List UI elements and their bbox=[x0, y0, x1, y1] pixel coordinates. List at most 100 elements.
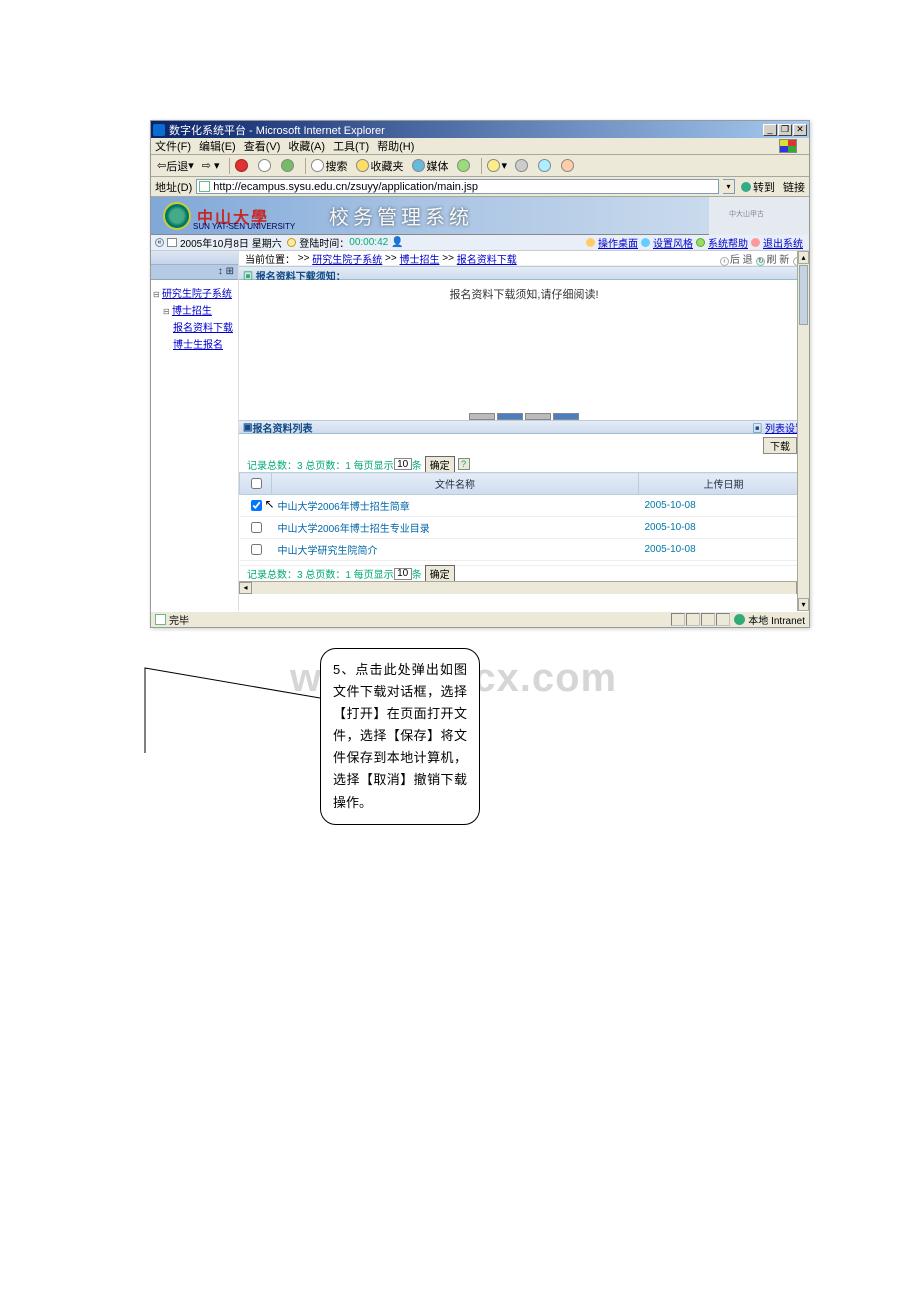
banner: 中山大學 SUN YAT-SEN UNIVERSITY 校务管理系统 bbox=[151, 197, 809, 235]
horizontal-scrollbar[interactable]: ◂ ▸ bbox=[239, 581, 809, 594]
security-zone: 本地 Intranet bbox=[734, 612, 805, 627]
home-button[interactable] bbox=[279, 158, 298, 173]
address-label: 地址(D) bbox=[155, 179, 192, 195]
vscroll-up[interactable]: ▴ bbox=[798, 251, 809, 264]
forward-button[interactable]: ⇨ ▾ bbox=[200, 158, 222, 173]
menu-help[interactable]: 帮助(H) bbox=[377, 138, 414, 154]
style-link[interactable]: 设置风格 bbox=[653, 235, 693, 250]
nav-tree: 研究生院子系统 博士招生 报名资料下载 博士生报名 bbox=[151, 280, 238, 356]
stop-button[interactable] bbox=[233, 158, 252, 173]
tree-signup[interactable]: 博士生报名 bbox=[173, 340, 223, 351]
file-link[interactable]: 中山大学研究生院简介 bbox=[278, 546, 378, 557]
zone-icon bbox=[734, 614, 745, 625]
clock-icon bbox=[287, 238, 296, 247]
notice-body: 报名资料下载须知,请仔细阅读! bbox=[239, 280, 809, 420]
exit-link[interactable]: 退出系统 bbox=[763, 235, 803, 250]
menu-tools[interactable]: 工具(T) bbox=[333, 138, 369, 154]
vscroll-thumb[interactable] bbox=[799, 265, 808, 325]
date-text: 2005年10月8日 星期六 bbox=[180, 235, 282, 250]
file-link[interactable]: 中山大学2006年博士招生简章 bbox=[278, 502, 410, 513]
nav-back-icon[interactable]: ‹ bbox=[720, 257, 729, 266]
page-icon bbox=[199, 181, 210, 192]
file-date: 2005-10-08 bbox=[639, 517, 809, 539]
media-button[interactable]: 媒体 bbox=[410, 157, 451, 175]
annotation-area: www.bdocx.com 5、点击此处弹出如图文件下载对话框，选择【打开】在页… bbox=[150, 628, 810, 848]
go-icon bbox=[741, 182, 751, 192]
pager-help-button[interactable]: ? bbox=[458, 458, 470, 470]
file-link[interactable]: 中山大学2006年博士招生专业目录 bbox=[278, 524, 430, 535]
hscroll-left[interactable]: ◂ bbox=[239, 582, 252, 594]
per-page-input-bottom[interactable] bbox=[394, 568, 412, 580]
tree-download[interactable]: 报名资料下载 bbox=[173, 323, 233, 334]
links-label[interactable]: 链接 bbox=[783, 179, 805, 195]
maximize-button[interactable]: ❐ bbox=[778, 124, 792, 136]
cursor-icon: ↖ bbox=[265, 497, 275, 511]
minimize-button[interactable]: _ bbox=[763, 124, 777, 136]
system-title: 校务管理系统 bbox=[329, 201, 473, 230]
menu-fav[interactable]: 收藏(A) bbox=[288, 138, 325, 154]
go-button[interactable]: 转到 bbox=[741, 179, 775, 195]
callout-box: 5、点击此处弹出如图文件下载对话框，选择【打开】在页面打开文件，选择【保存】将文… bbox=[320, 648, 480, 825]
row-checkbox[interactable] bbox=[251, 522, 262, 533]
back-button[interactable]: ⇦ 后退 ▾ bbox=[155, 157, 196, 175]
vertical-scrollbar[interactable]: ▴ ▾ bbox=[797, 251, 809, 611]
row-checkbox[interactable] bbox=[251, 500, 262, 511]
status-page-icon bbox=[155, 614, 166, 625]
banner-art bbox=[709, 197, 809, 235]
file-table: 文件名称 上传日期 ↖ 中山大学2006年博士招生简章 2005-10-08 中… bbox=[239, 472, 809, 561]
tree-root[interactable]: 研究生院子系统 bbox=[162, 289, 232, 300]
row-checkbox[interactable] bbox=[251, 544, 262, 555]
pager-ok-button[interactable]: 确定 bbox=[425, 456, 455, 473]
file-date: 2005-10-08 bbox=[639, 539, 809, 561]
edit-button[interactable] bbox=[536, 158, 555, 173]
file-date: 2005-10-08 bbox=[639, 495, 809, 517]
menu-view[interactable]: 查看(V) bbox=[244, 138, 281, 154]
select-all-checkbox[interactable] bbox=[251, 478, 262, 489]
zone-text: 本地 Intranet bbox=[748, 612, 805, 627]
calendar-icon bbox=[167, 238, 177, 247]
status-bar: 完毕 本地 Intranet bbox=[151, 611, 809, 627]
address-bar: 地址(D) http://ecampus.sysu.edu.cn/zsuyy/a… bbox=[151, 177, 809, 197]
refresh-button[interactable] bbox=[256, 158, 275, 173]
sidebar: ↕ ⊞ 研究生院子系统 博士招生 报名资料下载 博士生报名 bbox=[151, 251, 239, 611]
menu-edit[interactable]: 编辑(E) bbox=[199, 138, 236, 154]
address-dropdown[interactable]: ▾ bbox=[723, 179, 735, 194]
opdesk-link[interactable]: 操作桌面 bbox=[598, 235, 638, 250]
vscroll-down[interactable]: ▾ bbox=[798, 598, 809, 611]
browser-window: 数字化系统平台 - Microsoft Internet Explorer _ … bbox=[150, 120, 810, 628]
crumb-1[interactable]: 研究生院子系统 bbox=[312, 251, 382, 266]
print-button[interactable] bbox=[513, 158, 532, 173]
user-icon: 👤 bbox=[391, 237, 403, 248]
notice-tabs bbox=[468, 413, 580, 420]
nav-refresh-icon[interactable]: ↻ bbox=[756, 257, 765, 266]
crumb-2[interactable]: 博士招生 bbox=[400, 251, 440, 266]
pager-ok-button-bottom[interactable]: 确定 bbox=[425, 565, 455, 582]
sidebar-toggle[interactable]: ↕ ⊞ bbox=[151, 265, 238, 280]
favorites-button[interactable]: 收藏夹 bbox=[354, 157, 406, 175]
history-button[interactable] bbox=[455, 158, 474, 173]
discuss-button[interactable] bbox=[559, 158, 578, 173]
pager-bottom: 记录总数：3 总页数：1 每页显示 条 确定 bbox=[239, 565, 809, 581]
help-link[interactable]: 系统帮助 bbox=[708, 235, 748, 250]
info-bar: « 2005年10月8日 星期六 登陆时间： 00:00:42 👤 操作桌面 设… bbox=[151, 235, 809, 251]
collapse-icon[interactable]: « bbox=[155, 238, 164, 247]
address-input[interactable]: http://ecampus.sysu.edu.cn/zsuyy/applica… bbox=[196, 179, 719, 194]
col-filename: 文件名称 bbox=[272, 473, 639, 495]
crumb-3[interactable]: 报名资料下载 bbox=[457, 251, 517, 266]
content-area: ↕ ⊞ 研究生院子系统 博士招生 报名资料下载 博士生报名 当前位置： >> 研… bbox=[151, 251, 809, 611]
per-page-input[interactable] bbox=[394, 458, 412, 470]
pager-top: 记录总数：3 总页数：1 每页显示 条 确定 ? bbox=[239, 456, 809, 472]
desk-icon bbox=[586, 238, 595, 247]
close-button[interactable]: ✕ bbox=[793, 124, 807, 136]
menu-bar: 文件(F) 编辑(E) 查看(V) 收藏(A) 工具(T) 帮助(H) bbox=[151, 138, 809, 155]
download-row: 下载 bbox=[239, 434, 809, 456]
download-button[interactable]: 下载 bbox=[763, 437, 797, 454]
tree-doctor[interactable]: 博士招生 bbox=[172, 306, 212, 317]
table-row: 中山大学2006年博士招生专业目录 2005-10-08 bbox=[240, 517, 809, 539]
toolbar: ⇦ 后退 ▾ ⇨ ▾ 搜索 收藏夹 媒体 ▾ bbox=[151, 155, 809, 177]
mail-button[interactable]: ▾ bbox=[485, 158, 510, 173]
menu-file[interactable]: 文件(F) bbox=[155, 138, 191, 154]
breadcrumb: 当前位置： >> 研究生院子系统 >> 博士招生 >> 报名资料下载 ‹后 退 … bbox=[239, 251, 809, 266]
search-button[interactable]: 搜索 bbox=[309, 157, 350, 175]
status-text: 完毕 bbox=[169, 612, 189, 627]
